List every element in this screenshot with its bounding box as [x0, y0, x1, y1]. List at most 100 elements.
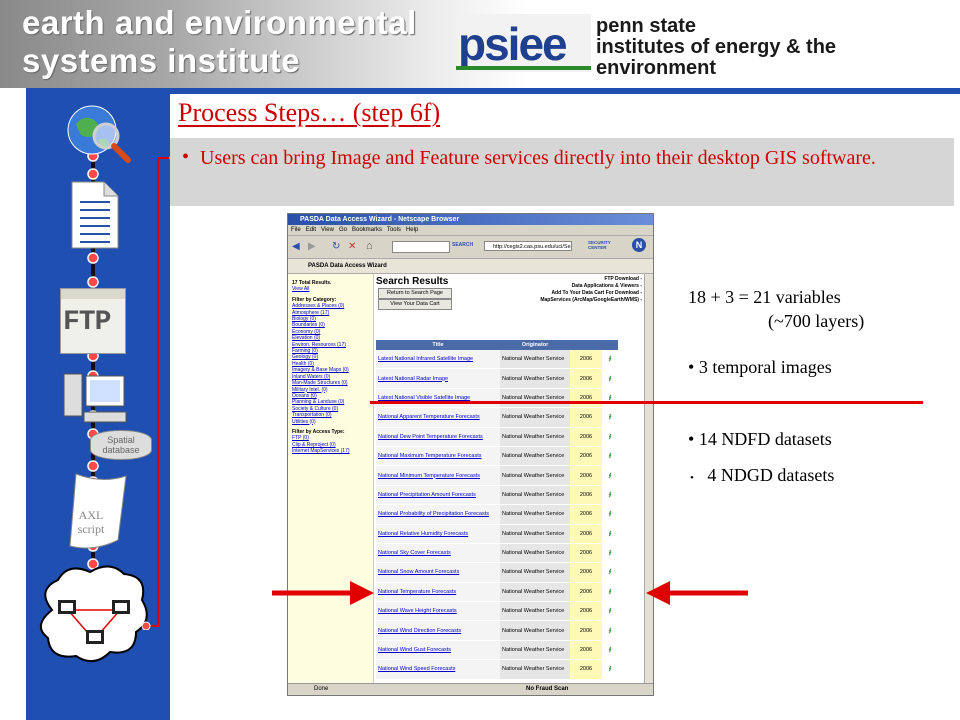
mapservice-icon[interactable]: ∮: [602, 465, 618, 486]
col-originator-header[interactable]: Originator: [500, 340, 570, 350]
mapservice-icon[interactable]: ∮: [602, 427, 618, 447]
table-row: National Maximum Temperature Forecasts Na…: [376, 446, 618, 467]
institute-name-line2: systems institute: [22, 42, 301, 79]
search-button[interactable]: SEARCH: [452, 242, 473, 248]
menu-file[interactable]: File: [291, 227, 301, 233]
mapservice-icon[interactable]: ∮: [602, 601, 618, 622]
row-title-link[interactable]: National Wind Gust Forecasts: [376, 640, 500, 661]
mapservice-icon[interactable]: ∮: [602, 582, 618, 603]
table-row: National Wind Direction Forecasts Nationa…: [376, 620, 618, 641]
mapservice-icon[interactable]: ∮: [602, 368, 618, 389]
row-title-link[interactable]: National Precipitation Amount Forecasts: [376, 485, 500, 506]
row-title-link[interactable]: Latest National Radar Image: [376, 368, 500, 389]
psiee-logo: psiee: [456, 14, 591, 72]
row-title-link[interactable]: National Wave Height Forecasts: [376, 601, 500, 622]
view-data-cart-button[interactable]: View Your Data Cart: [378, 299, 452, 310]
computer-icon: [63, 373, 127, 423]
mapservice-icon[interactable]: ∮: [602, 504, 618, 525]
row-title-link[interactable]: National Sky Cover Forecasts: [376, 543, 500, 564]
row-originator: National Weather Service: [500, 601, 570, 622]
status-fraud-scan: No Fraud Scan: [526, 686, 569, 692]
browser-screenshot: PASDA Data Access Wizard - Netscape Brow…: [287, 213, 654, 696]
row-year: 2006: [570, 524, 602, 544]
browser-toolbar: ◀ ▶ ↻ ✕ ⌂ SEARCH http://cegis2.cas.psu.e…: [288, 235, 653, 259]
mapservice-icon[interactable]: ∮: [602, 640, 618, 661]
col-title-header[interactable]: Title: [376, 340, 500, 350]
menu-view[interactable]: View: [321, 227, 334, 233]
row-originator: National Weather Service: [500, 543, 570, 564]
browser-tab[interactable]: PASDA Data Access Wizard: [288, 259, 653, 274]
divider-line: [370, 401, 923, 404]
access-link[interactable]: Internet MapServices (17): [292, 448, 371, 454]
row-title-link[interactable]: National Maximum Temperature Forecasts: [376, 446, 500, 467]
security-center-button[interactable]: SECURITY CENTER: [588, 240, 618, 250]
table-row: National Sky Cover Forecasts National Wea…: [376, 543, 618, 564]
mapservice-icon[interactable]: ∮: [602, 407, 618, 428]
browser-scrollbar[interactable]: [644, 274, 653, 684]
row-originator: National Weather Service: [500, 582, 570, 603]
menu-bookmarks[interactable]: Bookmarks: [352, 227, 382, 233]
row-year: 2006: [570, 562, 602, 583]
browser-page: 17 Total Results. View All Filter by Cat…: [288, 274, 648, 684]
psiee-logo-text: psiee: [458, 18, 567, 70]
row-year: 2006: [570, 368, 602, 389]
row-title-link[interactable]: National Wind Direction Forecasts: [376, 620, 500, 641]
tab-label: PASDA Data Access Wizard: [308, 263, 387, 269]
mapservice-icon[interactable]: ∮: [602, 659, 618, 680]
legend-mapservices: MapServices (ArcMap/GoogleEarth/WMS) -: [540, 297, 642, 303]
network-cloud-icon: [40, 565, 148, 663]
row-year: 2006: [570, 601, 602, 622]
row-year: 2006: [570, 407, 602, 428]
back-icon[interactable]: ◀: [292, 241, 300, 252]
row-originator: National Weather Service: [500, 446, 570, 467]
return-to-search-button[interactable]: Return to Search Page: [378, 288, 452, 299]
penn-state-line2: institutes of energy & the environment: [596, 36, 837, 79]
browser-menu-bar: File Edit View Go Bookmarks Tools Help: [288, 225, 653, 235]
mapservice-icon[interactable]: ∮: [602, 562, 618, 583]
search-input[interactable]: [392, 241, 450, 253]
url-field[interactable]: http://cegis2.cas.psu.edu/uci/Se: [484, 241, 572, 251]
home-icon[interactable]: ⌂: [366, 240, 373, 252]
reload-icon[interactable]: ↻: [332, 241, 340, 252]
menu-tools[interactable]: Tools: [387, 227, 401, 233]
row-year: 2006: [570, 427, 602, 447]
row-title-link[interactable]: National Snow Amount Forecasts: [376, 562, 500, 583]
row-originator: National Weather Service: [500, 659, 570, 680]
row-title-link[interactable]: National Probability of Precipitation Fo…: [376, 504, 500, 525]
menu-edit[interactable]: Edit: [306, 227, 316, 233]
mapservice-icon[interactable]: ∮: [602, 388, 618, 409]
mapservice-icon[interactable]: ∮: [602, 620, 618, 641]
legend-box: FTP Download - Data Applications & Viewe…: [488, 276, 642, 304]
row-title-link[interactable]: Latest National Visible Satellite Image: [376, 388, 500, 409]
axl-script-label: AXL script: [77, 508, 105, 536]
row-originator: National Weather Service: [500, 407, 570, 428]
row-title-link[interactable]: National Temperature Forecasts: [376, 582, 500, 603]
mapservice-icon[interactable]: ∮: [602, 446, 618, 467]
row-title-link[interactable]: National Dew Point Temperature Forecasts: [376, 427, 500, 447]
row-title-link[interactable]: National Relative Humidity Forecasts: [376, 524, 500, 544]
row-title-link[interactable]: National Wind Speed Forecasts: [376, 659, 500, 680]
row-originator: National Weather Service: [500, 485, 570, 506]
mapservice-icon[interactable]: ∮: [602, 543, 618, 564]
row-title-link[interactable]: National Apparent Temperature Forecasts: [376, 407, 500, 428]
row-year: 2006: [570, 485, 602, 506]
forward-icon[interactable]: ▶: [308, 241, 316, 252]
mapservice-icon[interactable]: ∮: [602, 485, 618, 506]
table-row: National Minimum Temperature Forecasts Na…: [376, 465, 618, 486]
mapservice-icon[interactable]: ∮: [602, 524, 618, 544]
row-originator: National Weather Service: [500, 504, 570, 525]
row-originator: National Weather Service: [500, 465, 570, 486]
menu-go[interactable]: Go: [339, 227, 347, 233]
row-title-link[interactable]: Latest National Infrared Satellite Image: [376, 350, 500, 370]
row-title-link[interactable]: National Minimum Temperature Forecasts: [376, 465, 500, 486]
stop-icon[interactable]: ✕: [348, 241, 356, 252]
row-year: 2006: [570, 504, 602, 525]
mapservice-icon[interactable]: ∮: [602, 350, 618, 370]
row-originator: National Weather Service: [500, 640, 570, 661]
penn-state-line1: penn state: [596, 15, 697, 37]
left-pointing-arrow-icon: [646, 581, 748, 605]
bullet-marker: •: [182, 146, 190, 168]
menu-help[interactable]: Help: [406, 227, 418, 233]
table-row: National Wave Height Forecasts National W…: [376, 601, 618, 622]
category-list: Addresses & Places (0) Atmosphere (17) Bio…: [292, 303, 371, 425]
